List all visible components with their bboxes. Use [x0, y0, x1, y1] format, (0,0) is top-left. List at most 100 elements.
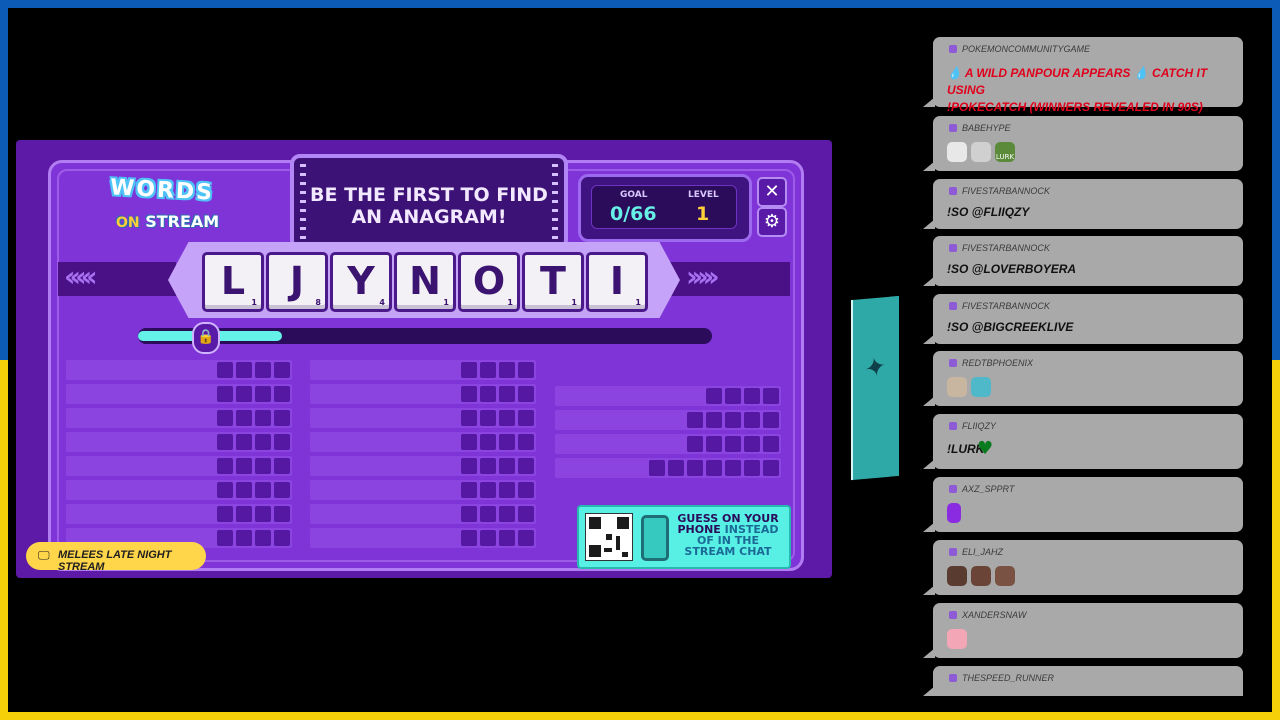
answer-slot-row	[310, 360, 536, 380]
answer-slot-row	[555, 410, 781, 430]
tile-points: 8	[315, 298, 321, 307]
letter-slot	[480, 362, 496, 378]
letter-slot	[255, 458, 271, 474]
chat-text: !SO @LOVERBOYERA	[947, 262, 1077, 276]
answer-slot-row	[66, 408, 292, 428]
letter-slot	[461, 482, 477, 498]
level-label: LEVEL	[688, 190, 719, 200]
answer-slot-row	[555, 458, 781, 478]
answer-slot-row	[310, 408, 536, 428]
letter-slot	[255, 434, 271, 450]
answer-slot-row	[310, 456, 536, 476]
answer-slot-row	[66, 504, 292, 524]
letter-slot	[274, 458, 290, 474]
letter-tile[interactable]: I1	[586, 252, 648, 312]
logo-words: WORDS	[109, 175, 215, 206]
close-button[interactable]: ✕	[757, 177, 787, 207]
letter-slot	[499, 362, 515, 378]
letter-tile[interactable]: T1	[522, 252, 584, 312]
letter-slot	[461, 458, 477, 474]
goal-level-panel: GOAL 0/66 LEVEL 1	[578, 174, 752, 242]
letter-slot	[236, 362, 252, 378]
letter-slot	[744, 436, 760, 452]
letter-slot	[725, 460, 741, 476]
letter-slot	[649, 460, 665, 476]
answer-slot-row	[66, 456, 292, 476]
phone-icon	[641, 515, 669, 561]
letter-slot	[499, 458, 515, 474]
tile-points: 1	[443, 298, 449, 307]
letter-slot	[255, 506, 271, 522]
letter-slot	[687, 460, 703, 476]
chat-message: REDTBPHOENIX	[923, 351, 1243, 406]
letter-slot	[236, 434, 252, 450]
chat-message: FLIIQZY !LURK ♥	[923, 414, 1243, 469]
panel-edge	[828, 200, 832, 522]
title-banner: BE THE FIRST TO FIND AN ANAGRAM!	[290, 154, 568, 250]
goal-value: 0/66	[610, 203, 657, 225]
letter-slot	[461, 506, 477, 522]
logo-stream: ON STREAM	[116, 212, 220, 231]
chat-username: FLIIQZY	[962, 421, 997, 431]
chat-username: XANDERSNAW	[962, 610, 1027, 620]
letter-tile[interactable]: L1	[202, 252, 264, 312]
letter-slot	[461, 386, 477, 402]
letter-slot	[499, 482, 515, 498]
figure-emote-icon	[947, 503, 961, 523]
letter-slot	[236, 410, 252, 426]
letter-slot	[518, 482, 534, 498]
letter-tile[interactable]: Y4	[330, 252, 392, 312]
letter-slot	[274, 482, 290, 498]
letter-tile[interactable]: J8	[266, 252, 328, 312]
tile-points: 4	[379, 298, 385, 307]
phone-guess-panel[interactable]: GUESS ON YOUR PHONE INSTEAD OF IN THE ST…	[577, 505, 791, 569]
card-logo-icon: ✦	[857, 352, 891, 382]
letter-slot	[217, 434, 233, 450]
letter-slot	[217, 458, 233, 474]
chat-message: POKEMONCOMMUNITYGAME 💧 A WILD PANPOUR AP…	[923, 37, 1243, 114]
letter-slot	[274, 386, 290, 402]
letter-slot	[499, 530, 515, 546]
letter-slot	[274, 434, 290, 450]
letter-slot	[274, 506, 290, 522]
letter-slot	[480, 506, 496, 522]
tile-points: 1	[507, 298, 513, 307]
letter-slot	[518, 458, 534, 474]
water-drop-icon: 💧	[947, 66, 962, 80]
chat-username: AXZ_SPPRT	[962, 484, 1015, 494]
chat-message: BABEHYPE LURK	[923, 116, 1243, 171]
twitch-badge-icon	[949, 302, 957, 310]
answer-slot-row	[66, 384, 292, 404]
chat-username: BABEHYPE	[962, 123, 1011, 133]
level-value: 1	[696, 203, 710, 225]
tile-letter: O	[472, 259, 506, 303]
chat-message: FIVESTARBANNOCK !SO @BIGCREEKLIVE	[923, 294, 1243, 344]
letter-slot	[499, 386, 515, 402]
letter-slot	[499, 410, 515, 426]
chat-message: THESPEED_RUNNER	[923, 666, 1243, 696]
settings-button[interactable]: ⚙	[757, 207, 787, 237]
letter-tile[interactable]: N1	[394, 252, 456, 312]
qr-code[interactable]	[585, 513, 633, 561]
letter-slot	[744, 460, 760, 476]
letter-slot	[255, 482, 271, 498]
chat-username: FIVESTARBANNOCK	[962, 186, 1050, 196]
letter-slot	[518, 386, 534, 402]
chevrons-left-icon: ‹‹‹‹‹	[64, 260, 98, 293]
letter-slot	[687, 436, 703, 452]
heart-icon: ♥	[977, 438, 994, 459]
face-emote-icon	[971, 566, 991, 586]
tile-points: 1	[251, 298, 257, 307]
letter-slot	[480, 482, 496, 498]
letter-tile[interactable]: O1	[458, 252, 520, 312]
letter-slot	[763, 412, 779, 428]
twitch-badge-icon	[949, 485, 957, 493]
letter-slot	[217, 410, 233, 426]
chat-message: FIVESTARBANNOCK !SO @FLIIQZY	[923, 179, 1243, 229]
letter-slot	[461, 362, 477, 378]
twitch-badge-icon	[949, 244, 957, 252]
letter-slot	[763, 388, 779, 404]
answer-slot-row	[310, 528, 536, 548]
twitch-badge-icon	[949, 359, 957, 367]
tile-letter: I	[609, 259, 625, 303]
